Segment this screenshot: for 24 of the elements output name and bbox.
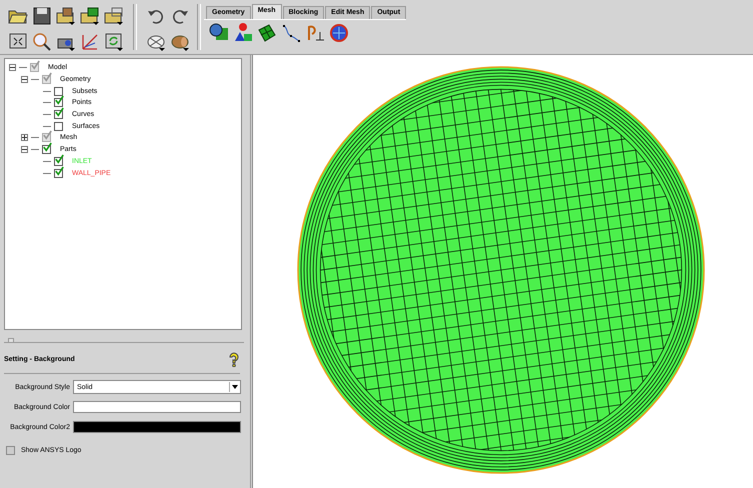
color-swatch[interactable] — [73, 421, 241, 433]
color-swatch[interactable] — [73, 401, 241, 413]
checkbox[interactable] — [42, 133, 51, 142]
checkbox[interactable] — [42, 75, 51, 84]
dropdown-caret-icon[interactable] — [229, 382, 240, 392]
checkbox[interactable] — [54, 122, 63, 131]
mesh-grid-icon[interactable] — [256, 22, 278, 44]
shapes-icon[interactable] — [232, 22, 254, 44]
splitter-handle[interactable] — [8, 338, 14, 343]
help-icon[interactable] — [228, 352, 240, 366]
checkbox[interactable] — [54, 156, 63, 166]
checkbox[interactable] — [54, 98, 63, 108]
collapse-toggle[interactable] — [21, 146, 28, 154]
checkbox[interactable] — [30, 63, 39, 72]
checkbox[interactable] — [42, 145, 51, 154]
checkbox[interactable] — [54, 168, 63, 178]
checkbox[interactable] — [54, 110, 63, 120]
collapse-toggle[interactable] — [21, 76, 28, 84]
curve-points-icon[interactable] — [280, 22, 302, 44]
expand-toggle[interactable] — [21, 134, 28, 142]
checkbox[interactable] — [6, 446, 15, 455]
collapse-toggle[interactable] — [9, 64, 16, 72]
colorful-sphere-icon[interactable] — [328, 22, 350, 44]
checkbox[interactable] — [54, 86, 63, 96]
